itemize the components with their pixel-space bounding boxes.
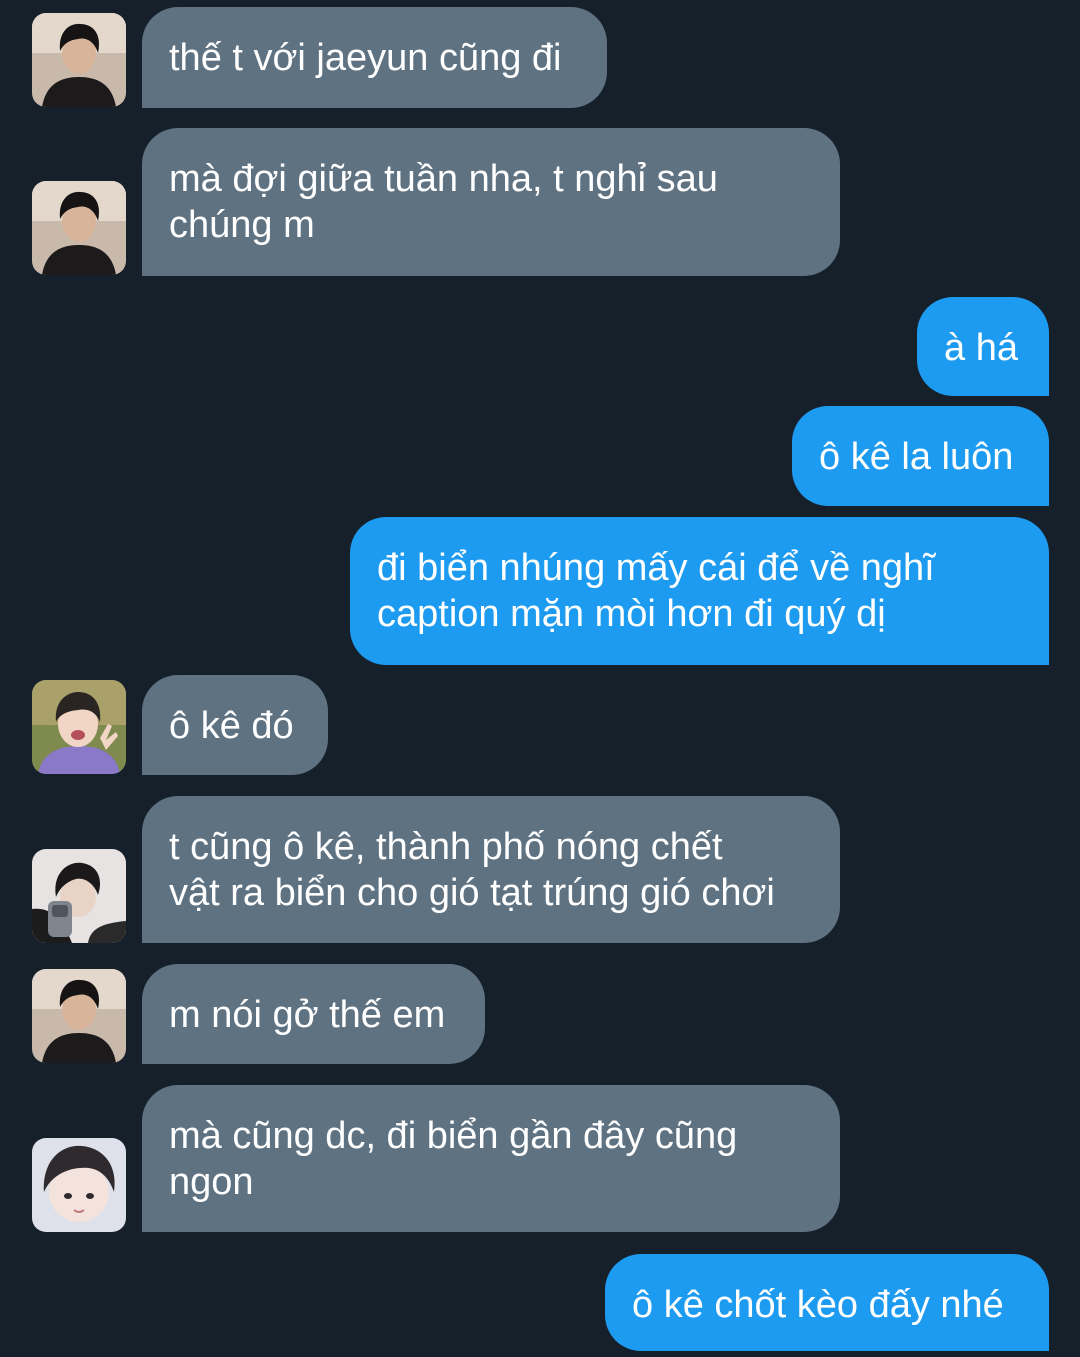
message-bubble-outgoing[interactable]: ô kê la luôn <box>792 406 1049 506</box>
sender-avatar[interactable] <box>32 849 126 943</box>
sender-avatar[interactable] <box>32 13 126 107</box>
sender-avatar[interactable] <box>32 969 126 1063</box>
message-bubble-incoming[interactable]: mà cũng dc, đi biển gần đây cũng ngon <box>142 1085 840 1232</box>
message-bubble-incoming[interactable]: mà đợi giữa tuần nha, t nghỉ sau chúng m <box>142 128 840 276</box>
message-bubble-incoming[interactable]: ô kê đó <box>142 675 328 775</box>
sender-avatar[interactable] <box>32 1138 126 1232</box>
message-bubble-incoming[interactable]: m nói gở thế em <box>142 964 485 1064</box>
message-bubble-incoming[interactable]: t cũng ô kê, thành phố nóng chết vật ra … <box>142 796 840 943</box>
sender-avatar[interactable] <box>32 680 126 774</box>
message-bubble-outgoing[interactable]: à há <box>917 297 1049 396</box>
message-bubble-outgoing[interactable]: ô kê chốt kèo đấy nhé <box>605 1254 1049 1351</box>
message-bubble-outgoing[interactable]: đi biển nhúng mấy cái để về nghĩ caption… <box>350 517 1049 665</box>
message-bubble-incoming[interactable]: thế t với jaeyun cũng đi <box>142 7 607 108</box>
sender-avatar[interactable] <box>32 181 126 275</box>
conversation: thế t với jaeyun cũng đi mà đợi giữa tuầ… <box>0 0 1080 1357</box>
